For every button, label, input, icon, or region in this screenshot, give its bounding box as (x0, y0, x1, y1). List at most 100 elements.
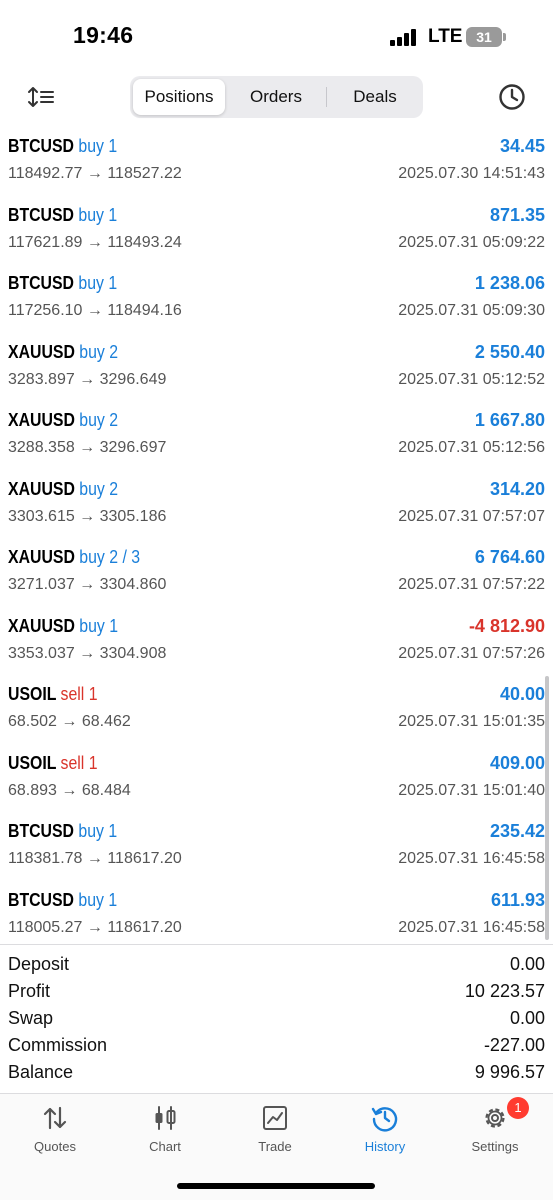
profit-value: 409.00 (489, 752, 545, 773)
tab-chart[interactable]: Chart (110, 1094, 220, 1164)
price-range: 117256.10 → 118494.16 (8, 302, 182, 319)
tab-label: Quotes (34, 1139, 76, 1154)
profit-value: 871.35 (489, 204, 545, 225)
close-datetime: 2025.07.30 14:51:43 (398, 165, 545, 182)
divider (0, 944, 553, 945)
clock-icon[interactable] (497, 82, 527, 112)
tab-positions[interactable]: Positions (133, 79, 225, 115)
profit-value: 2 550.40 (474, 341, 545, 362)
side-label: buy 1 (78, 273, 118, 293)
symbol: USOIL (8, 752, 57, 773)
summary-row-deposit: Deposit 0.00 (0, 952, 553, 979)
list-item[interactable]: BTCUSD buy 1 117621.89 → 118493.24 871.3… (0, 201, 553, 270)
price-range: 68.502 → 68.462 (8, 713, 131, 730)
tab-trade[interactable]: Trade (220, 1094, 330, 1164)
list-item[interactable]: XAUUSD buy 1 3353.037 → 3304.908 -4 812.… (0, 612, 553, 681)
profit-value: 1 238.06 (474, 273, 545, 293)
summary-row-profit: Profit 10 223.57 (0, 979, 553, 1006)
list-item[interactable]: XAUUSD buy 2 3283.897 → 3296.649 2 550.4… (0, 338, 553, 407)
price-range: 118381.78 → 118617.20 (8, 850, 182, 867)
close-datetime: 2025.07.31 07:57:22 (398, 576, 545, 593)
battery-icon: 31 (466, 27, 502, 47)
side-label: buy 2 (79, 410, 119, 430)
list-item[interactable]: XAUUSD buy 2 3303.615 → 3305.186 314.20 … (0, 475, 553, 544)
side-label: buy 1 (78, 821, 118, 841)
tab-label: History (364, 1139, 406, 1154)
summary-label: Commission (8, 1035, 108, 1055)
status-bar: 19:46 LTE 31 (0, 0, 553, 70)
side-label: buy 2 (79, 341, 119, 362)
price-range: 3353.037 → 3304.908 (8, 644, 167, 662)
profit-value: -4 812.90 (468, 615, 545, 636)
price-range: 3271.037 → 3304.860 (8, 576, 167, 593)
price-range: 117621.89 → 118493.24 (8, 233, 182, 251)
list-item[interactable]: BTCUSD buy 1 117256.10 → 118494.16 1 238… (0, 269, 553, 338)
side-label: sell 1 (60, 752, 98, 773)
notification-badge: 1 (507, 1097, 529, 1119)
quotes-icon (41, 1104, 69, 1132)
symbol: XAUUSD (8, 615, 75, 636)
tab-quotes[interactable]: Quotes (0, 1094, 110, 1164)
profit-value: 235.42 (489, 821, 545, 841)
list-item[interactable]: BTCUSD buy 1 118492.77 → 118527.22 34.45… (0, 132, 553, 201)
side-label: buy 2 / 3 (79, 547, 141, 567)
close-datetime: 2025.07.31 15:01:40 (398, 781, 545, 799)
profit-value: 40.00 (499, 684, 545, 704)
side-label: buy 1 (79, 615, 119, 636)
close-datetime: 2025.07.31 16:45:58 (398, 850, 545, 867)
list-item[interactable]: XAUUSD buy 2 3288.358 → 3296.697 1 667.8… (0, 406, 553, 475)
symbol: XAUUSD (8, 547, 75, 567)
tab-history[interactable]: History (330, 1094, 440, 1164)
network-type: LTE (428, 26, 463, 47)
list-item[interactable]: XAUUSD buy 2 / 3 3271.037 → 3304.860 6 7… (0, 543, 553, 612)
scrollbar[interactable] (545, 676, 549, 940)
profit-value: 34.45 (499, 136, 545, 156)
summary-row-commission: Commission -227.00 (0, 1033, 553, 1060)
battery-tip (503, 33, 506, 41)
summary-row-swap: Swap 0.00 (0, 1006, 553, 1033)
price-range: 3288.358 → 3296.697 (8, 439, 167, 456)
symbol: BTCUSD (8, 273, 74, 293)
list-item[interactable]: USOIL sell 1 68.893 → 68.484 409.00 2025… (0, 749, 553, 818)
side-label: buy 1 (78, 136, 118, 156)
history-icon (371, 1104, 399, 1132)
close-datetime: 2025.07.31 07:57:07 (398, 507, 545, 525)
close-datetime: 2025.07.31 07:57:26 (398, 644, 545, 662)
close-datetime: 2025.07.31 05:09:22 (398, 233, 545, 251)
side-label: sell 1 (60, 684, 98, 704)
tab-label: Chart (149, 1139, 181, 1154)
profit-value: 1 667.80 (474, 410, 545, 430)
close-datetime: 2025.07.31 05:12:52 (398, 370, 545, 388)
symbol: XAUUSD (8, 341, 75, 362)
symbol: BTCUSD (8, 204, 74, 225)
home-indicator (177, 1183, 375, 1189)
symbol: USOIL (8, 684, 57, 704)
price-range: 118005.27 → 118617.20 (8, 918, 182, 936)
tab-orders[interactable]: Orders (230, 79, 322, 115)
close-datetime: 2025.07.31 16:45:58 (398, 918, 545, 936)
symbol: BTCUSD (8, 821, 74, 841)
list-item[interactable]: BTCUSD buy 1 118381.78 → 118617.20 235.4… (0, 817, 553, 886)
price-range: 68.893 → 68.484 (8, 781, 131, 799)
account-summary: Deposit 0.00 Profit 10 223.57 Swap 0.00 … (0, 952, 553, 1087)
candlestick-chart-icon (151, 1104, 179, 1132)
symbol: BTCUSD (8, 889, 74, 910)
list-item[interactable]: USOIL sell 1 68.502 → 68.462 40.00 2025.… (0, 680, 553, 749)
tab-deals[interactable]: Deals (329, 79, 421, 115)
history-header: Positions Orders Deals (0, 76, 553, 120)
tab-label: Settings (471, 1139, 519, 1154)
summary-value: 0.00 (509, 954, 545, 974)
signal-icon (390, 29, 420, 46)
tab-settings[interactable]: 1 Settings (440, 1094, 550, 1164)
sort-icon[interactable] (26, 84, 56, 112)
tab-label: Trade (258, 1139, 292, 1154)
price-range: 118492.77 → 118527.22 (8, 165, 182, 182)
summary-label: Profit (8, 981, 51, 1001)
summary-value: 9 996.57 (474, 1062, 545, 1082)
positions-list: BTCUSD buy 1 118492.77 → 118527.22 34.45… (0, 132, 553, 954)
close-datetime: 2025.07.31 05:12:56 (398, 439, 545, 456)
tab-divider (326, 87, 327, 107)
tab-switcher: Positions Orders Deals (130, 76, 423, 118)
profit-value: 611.93 (490, 889, 545, 910)
price-range: 3303.615 → 3305.186 (8, 507, 167, 525)
